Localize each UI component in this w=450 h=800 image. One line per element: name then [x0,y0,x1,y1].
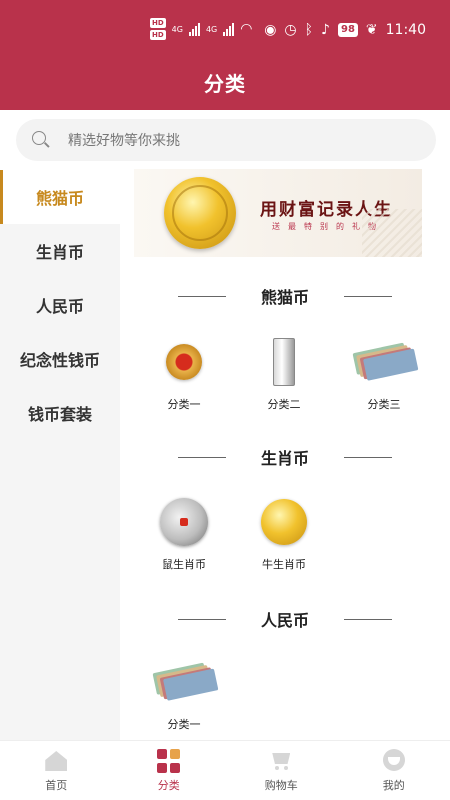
section-grid: 鼠生肖币 牛生肖币 [134,496,434,572]
sidebar-item-label: 钱币套装 [27,405,92,424]
category-icon [157,749,181,773]
network-type-2: 4G [205,24,218,34]
section-grid: 分类一 分类二 分类三 [134,336,434,412]
hd-badge-1: HD [150,18,166,28]
banner-decoration [362,209,422,257]
profile-icon [382,749,406,773]
mute-bell-icon: ♪ [321,22,330,38]
silver-bar-icon [252,336,316,388]
tab-profile[interactable]: 我的 [338,741,450,800]
category-content: 用财富记录人生 送最特别的礼物 熊猫币 分类一 分类二 分类三 生肖币 鼠生肖币… [120,160,450,740]
promo-banner[interactable]: 用财富记录人生 送最特别的礼物 [134,169,422,257]
search-bar[interactable]: 精选好物等你来挑 [16,119,436,161]
sidebar-item-commemorative[interactable]: 纪念性钱币 [0,332,120,386]
status-right: ◉ ◷ ᛒ ♪ 98 ❦ 11:40 [264,22,426,38]
tab-label: 我的 [382,779,405,792]
sidebar-item-panda-coin[interactable]: 熊猫币 [0,170,120,224]
clock-time: 11:40 [385,22,426,38]
wifi-icon: ◠ [240,21,253,37]
hd-indicator: HD HD [150,18,166,40]
hd-badge-2: HD [150,30,166,40]
red-seal-coin-icon [152,336,216,388]
section-title: 人民币 [120,607,450,630]
sidebar-item-label: 纪念性钱币 [19,351,100,370]
eye-icon: ◉ [264,22,277,38]
category-label: 牛生肖币 [262,558,306,571]
gold-panda-coin-image [164,177,236,249]
category-label: 分类一 [167,718,201,731]
section-title: 熊猫币 [120,284,450,307]
search-icon [30,129,52,151]
cart-icon [269,749,293,773]
app-header: HD HD 4G 4G ◠ ◉ ◷ ᛒ ♪ 98 ❦ 11:40 分类 [0,0,450,110]
bottom-tab-bar: 首页 分类 购物车 我的 [0,740,450,800]
category-label: 分类一 [167,398,201,411]
sidebar-item-coin-set[interactable]: 钱币套装 [0,386,120,440]
section-title: 生肖币 [120,445,450,468]
signal-icon-2 [223,22,235,36]
tab-category[interactable]: 分类 [113,741,226,800]
category-sidebar: 熊猫币 生肖币 人民币 纪念性钱币 钱币套装 [0,170,120,740]
sidebar-item-label: 人民币 [35,297,84,316]
home-icon [44,749,68,773]
tab-label: 分类 [157,779,180,792]
status-bar: HD HD 4G 4G ◠ ◉ ◷ ᛒ ♪ 98 ❦ 11:40 [0,0,450,60]
category-cell[interactable]: 分类一 [134,656,234,732]
alarm-icon: ◷ [284,22,297,38]
signal-icon [188,22,200,36]
sidebar-item-zodiac-coin[interactable]: 生肖币 [0,224,120,278]
tab-label: 首页 [45,779,68,792]
battery-level: 98 [337,23,358,37]
category-cell[interactable]: 分类二 [234,336,334,412]
tab-home[interactable]: 首页 [0,741,113,800]
page-title: 分类 [204,72,246,96]
status-left: HD HD 4G 4G ◠ [150,18,252,40]
bluetooth-icon: ᛒ [304,22,314,38]
category-cell[interactable]: 牛生肖币 [234,496,334,572]
network-type-1: 4G [171,24,183,34]
sidebar-item-label: 熊猫币 [35,189,84,208]
category-cell[interactable]: 鼠生肖币 [134,496,234,572]
gold-panda-coin-icon [252,496,316,548]
category-cell[interactable]: 分类三 [334,336,434,412]
category-label: 分类三 [367,398,401,411]
silver-coin-icon [152,496,216,548]
search-placeholder: 精选好物等你来挑 [68,133,180,149]
leaf-icon: ❦ [365,22,378,38]
category-label: 鼠生肖币 [162,558,206,571]
section-grid: 分类一 [134,656,434,732]
category-label: 分类二 [267,398,301,411]
banknotes-icon [352,336,419,388]
category-cell[interactable]: 分类一 [134,336,234,412]
sidebar-item-rmb[interactable]: 人民币 [0,278,120,332]
tab-label: 购物车 [264,779,298,792]
banknotes-icon [152,656,219,708]
sidebar-item-label: 生肖币 [35,243,84,262]
tab-cart[interactable]: 购物车 [225,741,338,800]
